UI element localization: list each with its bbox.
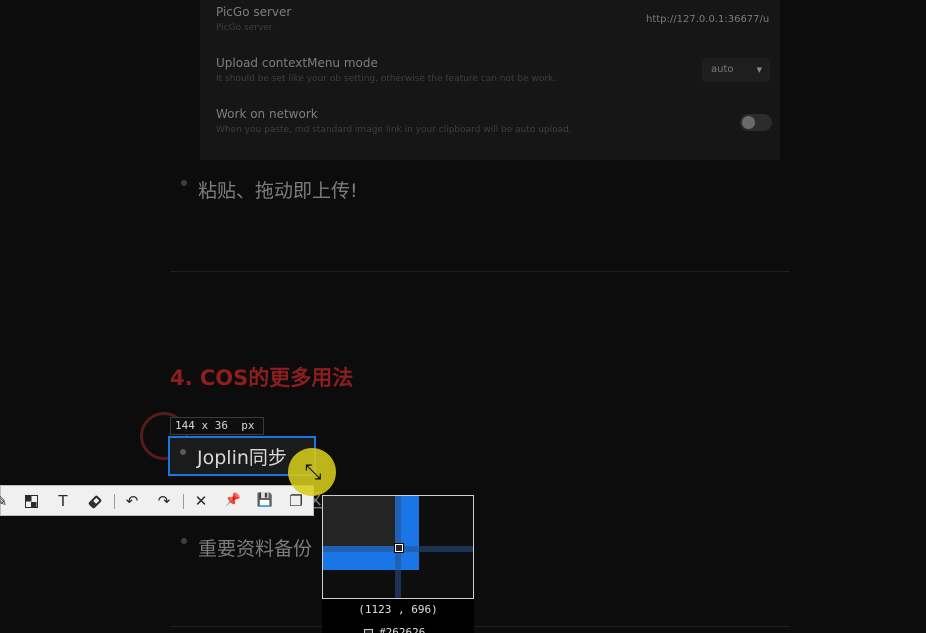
close-icon[interactable]: ✕ <box>189 490 213 512</box>
bullet-backup: 重要资料备份 <box>198 538 313 560</box>
setting-work-on-network: Work on network When you paste, md stand… <box>216 107 572 135</box>
magnifier-center-pixel <box>394 543 404 553</box>
toggle-knob <box>742 116 755 129</box>
chevron-down-icon: ▼ <box>756 66 762 74</box>
setting-picgo-server: PicGo server PicGo server <box>216 5 291 33</box>
section-divider <box>170 271 790 272</box>
bullet-paste-upload: 粘贴、拖动即上传! <box>198 180 358 202</box>
setting-description: It should be set like your ob setting, o… <box>216 74 557 84</box>
setting-title: PicGo server <box>216 5 292 19</box>
eraser-icon[interactable] <box>83 490 107 512</box>
picgo-server-input[interactable]: http://127.0.0.1:36677/upl <box>646 9 770 31</box>
bullet-dot <box>181 180 187 186</box>
color-hex: #262626 <box>379 626 426 633</box>
setting-title: Work on network <box>216 107 318 121</box>
setting-upload-contextmenu-mode: Upload contextMenu mode It should be set… <box>216 56 556 84</box>
capture-toolbar: ✎ T ↶ ↷ ✕ 📌 💾 ❐ <box>0 485 314 516</box>
plugin-settings-panel: PicGo server PicGo server http://127.0.0… <box>200 0 780 160</box>
undo-icon[interactable]: ↶ <box>120 490 144 512</box>
magnified-background <box>323 496 399 548</box>
bullet-dot <box>181 538 187 544</box>
redo-icon[interactable]: ↷ <box>152 490 176 512</box>
work-on-network-toggle[interactable] <box>740 114 772 131</box>
pin-icon[interactable]: 📌 <box>221 490 245 512</box>
text-icon[interactable]: T <box>51 490 75 512</box>
save-icon[interactable]: 💾 <box>253 490 277 512</box>
setting-title: Upload contextMenu mode <box>216 56 378 70</box>
pixel-color: #262626 <box>364 626 425 633</box>
bullet-joplin-sync: Joplin同步 <box>197 447 287 469</box>
bullet-dot <box>180 449 186 455</box>
section-heading-cos-usage: 4. COS的更多用法 <box>170 366 354 390</box>
resize-cursor-icon: ⤡ <box>304 460 322 484</box>
setting-description: PicGo server <box>216 23 273 33</box>
setting-description: When you paste, md standard image link i… <box>216 125 572 135</box>
pixel-magnifier <box>322 495 474 599</box>
select-value: auto <box>711 64 734 75</box>
selection-size-label: 144 x 36 px <box>170 417 264 435</box>
mosaic-icon[interactable] <box>19 490 43 512</box>
toolbar-separator <box>114 494 115 509</box>
toolbar-separator <box>183 494 184 509</box>
pen-icon[interactable]: ✎ <box>0 490 13 512</box>
color-swatch <box>364 628 373 633</box>
magnifier-info: (1123 , 696) #262626 <box>322 599 474 633</box>
section-divider <box>170 626 790 627</box>
cursor-coordinates: (1123 , 696) <box>358 603 438 616</box>
contextmenu-mode-select[interactable]: auto ▼ <box>702 58 770 82</box>
